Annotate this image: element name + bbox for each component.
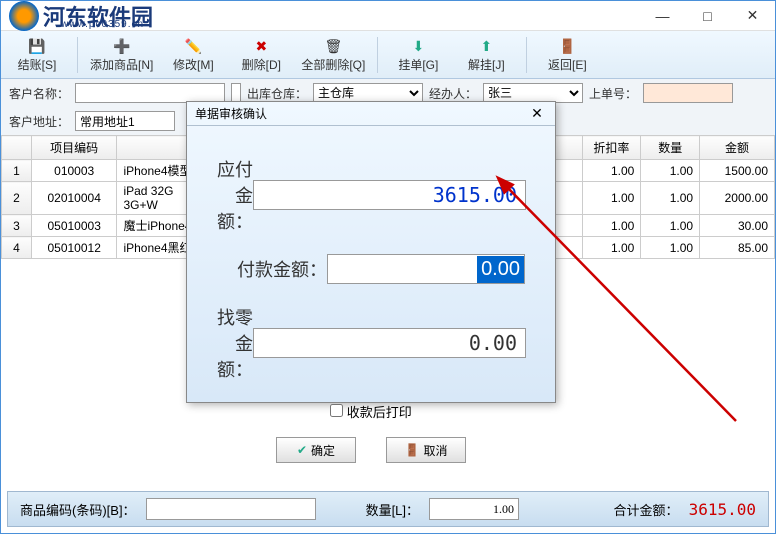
change-label: 找零金额：: [217, 304, 253, 382]
col-discount[interactable]: 折扣率: [582, 136, 641, 160]
col-amount[interactable]: 金额: [700, 136, 775, 160]
maximize-button[interactable]: □: [685, 1, 730, 31]
paid-label: 付款金额：: [217, 256, 327, 282]
dialog-title: 单据审核确认: [195, 105, 267, 122]
payable-input[interactable]: [253, 180, 526, 210]
down-icon: ⬇: [408, 36, 428, 56]
unhang-button[interactable]: ⬆解挂[J]: [458, 36, 514, 73]
ok-button[interactable]: ✔确定: [276, 437, 356, 463]
door-icon: 🚪: [405, 443, 420, 457]
x-doc-icon: 🗑: [323, 36, 343, 56]
door-icon: 🚪: [557, 36, 577, 56]
hang-button[interactable]: ⬇挂单[G]: [390, 36, 446, 73]
toolbar: 💾结账[S] ➕添加商品[N] ✏️修改[M] ✖删除[D] 🗑全部删除[Q] …: [1, 31, 775, 79]
cancel-button[interactable]: 🚪取消: [386, 437, 466, 463]
order-no-input[interactable]: [643, 83, 733, 103]
handler-label: 经办人：: [429, 85, 477, 102]
qty-input[interactable]: [429, 498, 519, 520]
qty-label: 数量[L]：: [366, 500, 419, 519]
checkout-button[interactable]: 💾结账[S]: [9, 36, 65, 73]
handler-select[interactable]: 张三: [483, 83, 583, 103]
out-warehouse-label: 出库仓库：: [247, 85, 307, 102]
payable-label: 应付金额：: [217, 156, 253, 234]
customer-name-input[interactable]: [75, 83, 225, 103]
customer-name-label: 客户名称：: [9, 85, 69, 102]
col-code[interactable]: 项目编码: [31, 136, 117, 160]
back-button[interactable]: 🚪返回[E]: [539, 36, 595, 73]
delete-button[interactable]: ✖删除[D]: [233, 36, 289, 73]
disk-icon: 💾: [27, 36, 47, 56]
check-icon: ✔: [297, 443, 307, 457]
row-header-col: [2, 136, 32, 160]
pencil-icon: ✏️: [183, 36, 203, 56]
add-product-button[interactable]: ➕添加商品[N]: [90, 36, 153, 73]
confirm-dialog: 单据审核确认 ✕ 应付金额： 付款金额： 0.00 找零金额： 收款后打印 ✔确…: [186, 101, 556, 403]
barcode-input[interactable]: [146, 498, 316, 520]
print-after-label: 收款后打印: [347, 405, 412, 420]
print-after-checkbox[interactable]: [330, 404, 343, 417]
total-label: 合计金额：: [614, 500, 679, 519]
up-icon: ⬆: [476, 36, 496, 56]
col-qty[interactable]: 数量: [641, 136, 700, 160]
bottom-bar: 商品编码(条码)[B]： 数量[L]： 合计金额： 3615.00: [7, 491, 769, 527]
minimize-button[interactable]: —: [640, 1, 685, 31]
paid-input[interactable]: 0.00: [327, 254, 525, 284]
app-logo: [9, 1, 39, 31]
customer-addr-input[interactable]: [75, 111, 175, 131]
customer-addr-label: 客户地址：: [9, 113, 69, 130]
close-button[interactable]: ✕: [730, 1, 775, 31]
change-input[interactable]: [253, 328, 526, 358]
app-url: www.pc0359.cn: [61, 19, 144, 30]
dialog-close-button[interactable]: ✕: [527, 105, 547, 122]
total-value: 3615.00: [689, 500, 756, 519]
x-icon: ✖: [251, 36, 271, 56]
delete-all-button[interactable]: 🗑全部删除[Q]: [301, 36, 365, 73]
titlebar: 河东软件园 www.pc0359.cn — □ ✕: [1, 1, 775, 31]
edit-button[interactable]: ✏️修改[M]: [165, 36, 221, 73]
out-warehouse-select[interactable]: 主仓库: [313, 83, 423, 103]
barcode-label: 商品编码(条码)[B]：: [20, 500, 136, 519]
customer-name-dropdown[interactable]: [231, 83, 241, 103]
order-no-label: 上单号：: [589, 85, 637, 102]
plus-icon: ➕: [112, 36, 132, 56]
